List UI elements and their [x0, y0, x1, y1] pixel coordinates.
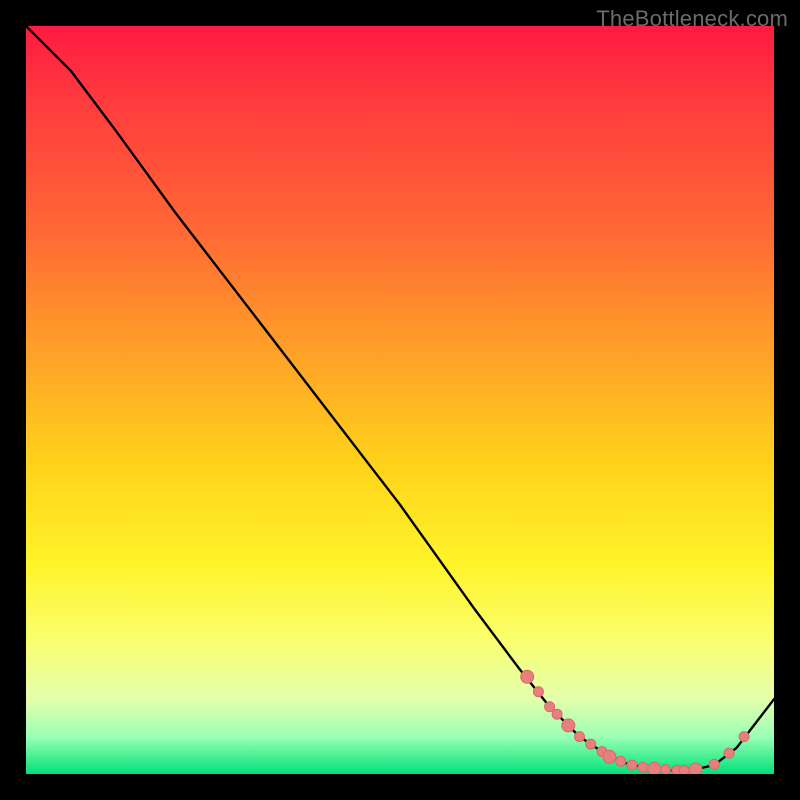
trough-marker	[709, 759, 719, 769]
trough-marker	[672, 765, 682, 774]
trough-marker	[533, 687, 543, 697]
curve-layer	[26, 26, 774, 774]
trough-marker	[603, 750, 616, 763]
trough-marker	[739, 732, 749, 742]
trough-marker	[586, 739, 596, 749]
trough-marker	[638, 762, 648, 772]
trough-marker	[679, 765, 689, 774]
bottleneck-curve	[26, 26, 774, 770]
trough-marker	[724, 748, 734, 758]
trough-markers	[521, 670, 749, 774]
trough-marker	[689, 763, 702, 774]
trough-marker	[661, 765, 671, 775]
trough-marker	[575, 732, 585, 742]
trough-marker	[597, 747, 607, 757]
trough-marker	[521, 670, 534, 683]
plot-area	[26, 26, 774, 774]
trough-marker	[627, 760, 637, 770]
chart-stage: TheBottleneck.com	[0, 0, 800, 800]
trough-marker	[545, 702, 555, 712]
trough-marker	[552, 709, 562, 719]
trough-marker	[648, 762, 661, 774]
trough-marker	[562, 719, 575, 732]
trough-marker	[616, 756, 626, 766]
